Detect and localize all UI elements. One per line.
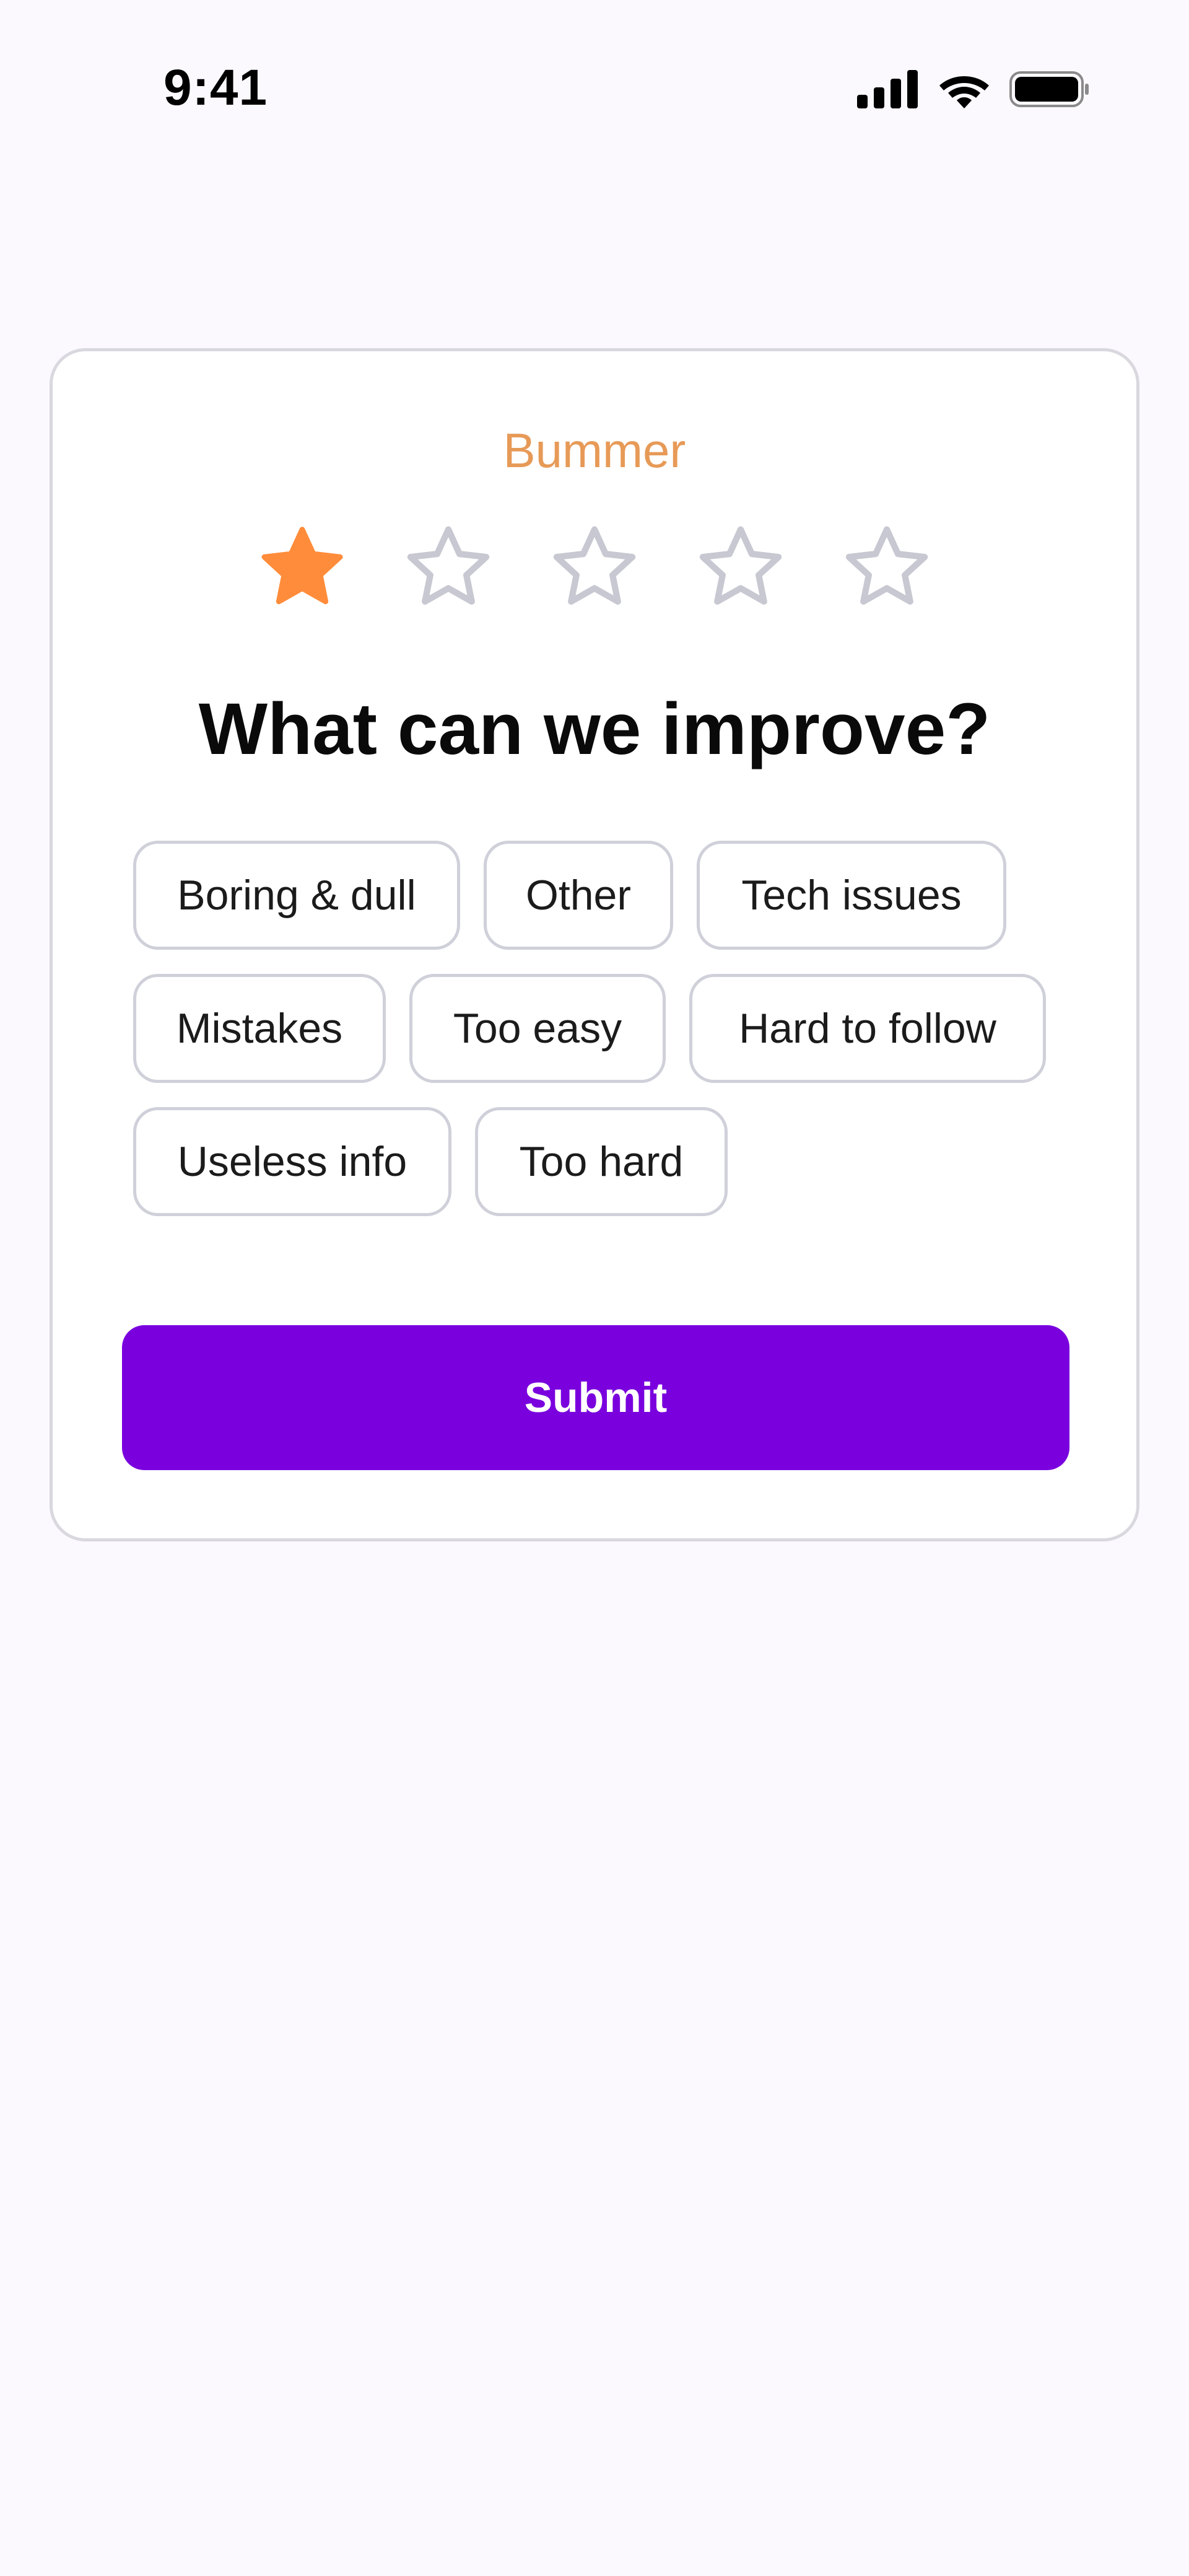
star-1-icon[interactable] <box>257 522 347 613</box>
battery-icon <box>1009 70 1090 108</box>
star-5-icon[interactable] <box>842 522 932 613</box>
status-time: 9:41 <box>163 59 268 116</box>
star-rating <box>257 522 932 613</box>
star-4-icon[interactable] <box>695 522 786 613</box>
wifi-icon <box>938 70 991 108</box>
submit-button[interactable]: Submit <box>122 1325 1069 1470</box>
rating-mood-label: Bummer <box>503 423 686 478</box>
chip-row: Useless info Too hard <box>133 1107 728 1216</box>
improvement-question: What can we improve? <box>198 688 991 770</box>
chip-tech-issues[interactable]: Tech issues <box>697 841 1006 950</box>
chip-too-easy[interactable]: Too easy <box>409 974 666 1083</box>
star-2-icon[interactable] <box>403 522 494 613</box>
star-3-icon[interactable] <box>549 522 640 613</box>
status-icons <box>857 64 1090 114</box>
chip-row: Boring & dull Other Tech issues <box>133 841 1006 950</box>
chip-useless-info[interactable]: Useless info <box>133 1107 451 1216</box>
chip-boring-dull[interactable]: Boring & dull <box>133 841 460 950</box>
chip-hard-to-follow[interactable]: Hard to follow <box>689 974 1046 1083</box>
feedback-card: Bummer What can we improve? Boring & dul… <box>50 348 1139 1541</box>
cellular-signal-icon <box>857 70 919 108</box>
chip-mistakes[interactable]: Mistakes <box>133 974 386 1083</box>
chip-other[interactable]: Other <box>484 841 673 950</box>
chip-too-hard[interactable]: Too hard <box>475 1107 728 1216</box>
chip-row: Mistakes Too easy Hard to follow <box>133 974 1046 1083</box>
